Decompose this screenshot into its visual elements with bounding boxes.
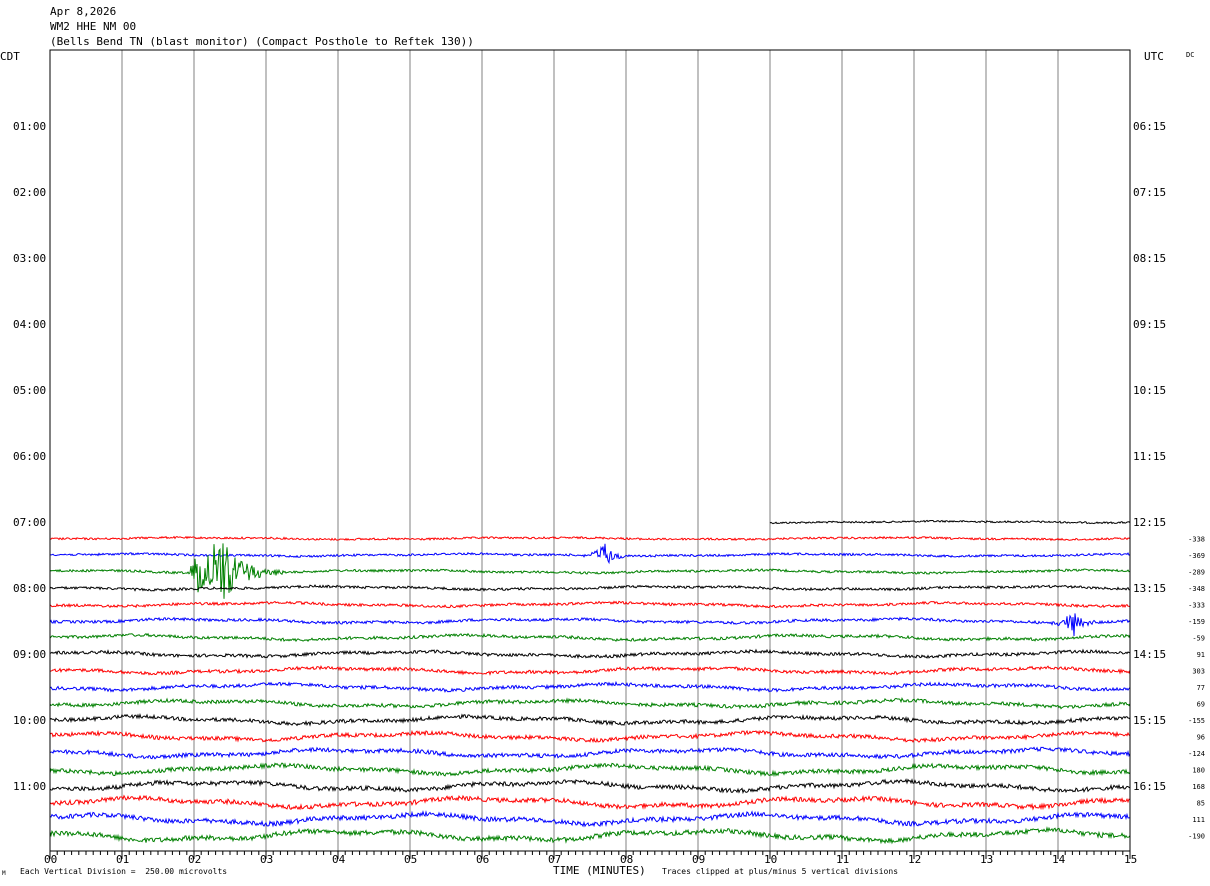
left-hour-label: 08:00 xyxy=(13,582,46,595)
plot-axes: 00 01 02 03 04 05 06 07 08 09 10 11 12 13 14 1501:00 06:… xyxy=(13,49,1205,866)
left-hour-label: 06:00 xyxy=(13,450,46,463)
dc-offset-label: -338 xyxy=(1188,536,1205,544)
corner-mark: M xyxy=(2,870,6,877)
x-tick-label-02: 02 xyxy=(188,853,201,866)
dc-offset-label: -348 xyxy=(1188,585,1205,593)
minute-gridlines xyxy=(121,50,1059,851)
x-tick-label-05: 05 xyxy=(404,853,417,866)
x-tick-label-12: 12 xyxy=(908,853,921,866)
right-hour-label: 07:15 xyxy=(1133,186,1166,199)
trace-0800 xyxy=(49,584,1130,592)
left-hour-label: 05:00 xyxy=(13,384,46,397)
x-tick-label-15: 15 xyxy=(1124,853,1137,866)
dc-offset-label: -155 xyxy=(1188,717,1205,725)
right-hour-label: 16:15 xyxy=(1133,780,1166,793)
right-hour-label: 14:15 xyxy=(1133,648,1166,661)
dc-offset-label: 91 xyxy=(1197,651,1205,659)
x-tick-label-01: 01 xyxy=(116,853,129,866)
x-tick-label-13: 13 xyxy=(980,853,993,866)
left-hour-label: 09:00 xyxy=(13,648,46,661)
left-hour-label: 03:00 xyxy=(13,252,46,265)
seismic-traces xyxy=(49,519,1131,845)
plot-frame xyxy=(49,49,1131,852)
dc-offset-label: 180 xyxy=(1192,767,1205,775)
trace-0900 xyxy=(49,648,1131,660)
trace-1100 xyxy=(49,778,1131,795)
trace-1045 xyxy=(49,762,1131,778)
right-hour-label: 13:15 xyxy=(1133,582,1166,595)
left-hour-label: 02:00 xyxy=(13,186,46,199)
dc-offset-label: -59 xyxy=(1192,635,1205,643)
trace-0915 xyxy=(49,664,1131,676)
right-hour-label: 15:15 xyxy=(1133,714,1166,727)
dc-offset-label: 77 xyxy=(1197,684,1205,692)
dc-offset-label: -289 xyxy=(1188,569,1205,577)
x-tick-label-03: 03 xyxy=(260,853,273,866)
dc-offset-label: -190 xyxy=(1188,833,1205,841)
dc-offset-label: -124 xyxy=(1188,750,1205,758)
trace-1145 xyxy=(49,826,1131,845)
dc-offset-label: 111 xyxy=(1192,816,1205,824)
x-tick-label-14: 14 xyxy=(1052,853,1066,866)
trace-1030 xyxy=(49,746,1131,760)
dc-offset-label: -159 xyxy=(1188,618,1205,626)
trace-0700 xyxy=(769,519,1131,525)
trace-0730 xyxy=(50,543,1131,565)
trace-0745 xyxy=(49,543,1131,599)
left-hour-label: 04:00 xyxy=(13,318,46,331)
trace-1130 xyxy=(49,810,1130,828)
trace-1115 xyxy=(49,794,1131,811)
right-hour-label: 06:15 xyxy=(1133,120,1166,133)
left-timezone-label: CDT xyxy=(0,50,20,63)
right-timezone-label: UTC xyxy=(1144,50,1164,63)
trace-0815 xyxy=(49,600,1131,609)
right-hour-label: 10:15 xyxy=(1133,384,1166,397)
dc-offset-label: -333 xyxy=(1188,602,1205,610)
clip-note: Traces clipped at plus/minus 5 vertical … xyxy=(662,867,899,876)
x-tick-label-10: 10 xyxy=(764,853,777,866)
right-hour-label: 12:15 xyxy=(1133,516,1166,529)
x-tick-label-06: 06 xyxy=(476,853,489,866)
left-hour-label: 07:00 xyxy=(13,516,46,529)
trace-0945 xyxy=(49,697,1131,710)
right-hour-label: 08:15 xyxy=(1133,252,1166,265)
dc-offset-label: 168 xyxy=(1192,783,1205,791)
dc-offset-label: 69 xyxy=(1197,701,1205,709)
x-tick-label-00: 00 xyxy=(44,853,57,866)
trace-1000 xyxy=(49,712,1131,727)
trace-1015 xyxy=(49,729,1131,744)
vertical-division-note: Each Vertical Division = 250.00 microvol… xyxy=(20,867,228,876)
dc-offset-label: 85 xyxy=(1197,800,1205,808)
right-hour-label: 09:15 xyxy=(1133,318,1166,331)
trace-0845 xyxy=(49,632,1131,643)
left-hour-label: 01:00 xyxy=(13,120,46,133)
x-tick-label-11: 11 xyxy=(836,853,849,866)
left-hour-label: 10:00 xyxy=(13,714,46,727)
x-tick-label-04: 04 xyxy=(332,853,346,866)
dc-offset-label: 96 xyxy=(1197,734,1205,742)
trace-0830 xyxy=(49,613,1131,637)
dc-column-label: DC xyxy=(1186,51,1194,59)
left-hour-label: 11:00 xyxy=(13,780,46,793)
x-axis-title: TIME (MINUTES) xyxy=(553,864,646,877)
x-tick-label-09: 09 xyxy=(692,853,705,866)
helicorder-plot: 00 01 02 03 04 05 06 07 08 09 10 11 12 13 14 1501:00 06:… xyxy=(0,49,1205,877)
dc-offset-label: -369 xyxy=(1188,552,1205,560)
trace-0930 xyxy=(49,680,1131,693)
trace-0715 xyxy=(49,535,1131,542)
right-hour-label: 11:15 xyxy=(1133,450,1166,463)
dc-offset-label: 303 xyxy=(1192,668,1205,676)
